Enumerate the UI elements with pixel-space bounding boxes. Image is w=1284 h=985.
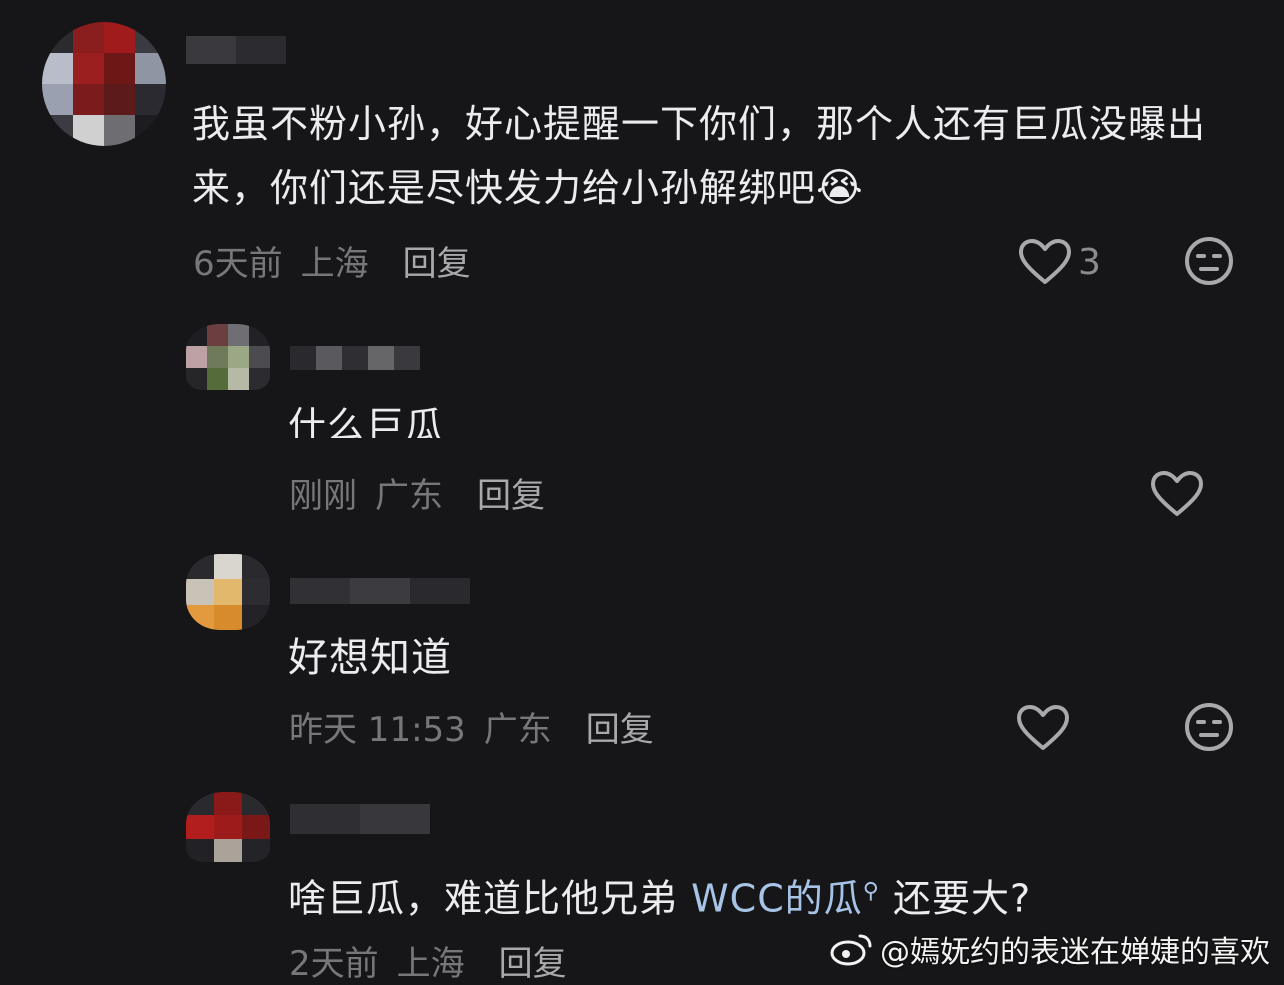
comment-meta: 6天前 上海 回复 bbox=[193, 236, 471, 284]
location: 广东 bbox=[483, 709, 552, 750]
comment-meta: 刚刚 广东 回复 bbox=[289, 468, 545, 516]
comment-text: 好想知道 bbox=[288, 635, 452, 681]
dislike-button[interactable] bbox=[1184, 236, 1234, 286]
username-blurred[interactable] bbox=[290, 804, 430, 834]
like-button[interactable] bbox=[1150, 470, 1204, 518]
username-blurred[interactable] bbox=[290, 578, 470, 604]
avatar[interactable] bbox=[186, 324, 270, 390]
username-blurred[interactable] bbox=[186, 36, 286, 64]
weibo-icon bbox=[830, 934, 872, 966]
search-icon[interactable]: ⚲ bbox=[863, 879, 880, 904]
timestamp: 6天前 bbox=[193, 243, 283, 284]
avatar[interactable] bbox=[186, 792, 270, 862]
reply-button[interactable]: 回复 bbox=[499, 936, 567, 985]
location: 上海 bbox=[300, 243, 369, 284]
meh-face-icon bbox=[1185, 703, 1233, 751]
comment-text: 我虽不粉小孙，好心提醒一下你们，那个人还有巨瓜没曝出来，你们还是尽快发力给小孙解… bbox=[192, 102, 1207, 211]
comment-text: 啥巨瓜，难道比他兄弟 WCC的瓜⚲ 还要大? bbox=[288, 876, 1032, 921]
avatar[interactable] bbox=[42, 22, 166, 146]
comment-meta: 昨天 11:53 广东 回复 bbox=[289, 702, 654, 750]
location: 上海 bbox=[396, 943, 465, 984]
timestamp: 昨天 11:53 bbox=[289, 709, 466, 750]
avatar[interactable] bbox=[186, 554, 270, 630]
location: 广东 bbox=[375, 475, 443, 516]
crying-emoji-icon: 😭 bbox=[816, 165, 864, 211]
heart-icon bbox=[1151, 471, 1203, 516]
reply-button[interactable]: 回复 bbox=[477, 468, 545, 517]
reply-button[interactable]: 回复 bbox=[403, 236, 471, 285]
like-count: 3 bbox=[1078, 241, 1101, 283]
timestamp: 刚刚 bbox=[289, 475, 357, 516]
username-blurred[interactable] bbox=[290, 346, 420, 370]
comment-text: 什么巨瓜 bbox=[288, 404, 445, 438]
reply-button[interactable]: 回复 bbox=[586, 702, 654, 751]
like-button[interactable] bbox=[1016, 704, 1070, 752]
watermark: @嫣妩约的表迷在婵婕的喜欢 bbox=[830, 927, 1270, 971]
heart-icon bbox=[1019, 239, 1071, 284]
comment-meta: 2天前 上海 回复 bbox=[289, 936, 567, 984]
dislike-button[interactable] bbox=[1184, 702, 1234, 752]
topic-link[interactable]: WCC的瓜 bbox=[691, 877, 863, 921]
like-button[interactable]: 3 bbox=[1018, 236, 1101, 288]
timestamp: 2天前 bbox=[289, 943, 379, 984]
watermark-text: @嫣妩约的表迷在婵婕的喜欢 bbox=[880, 935, 1270, 970]
heart-icon bbox=[1017, 705, 1069, 750]
meh-face-icon bbox=[1185, 237, 1233, 285]
